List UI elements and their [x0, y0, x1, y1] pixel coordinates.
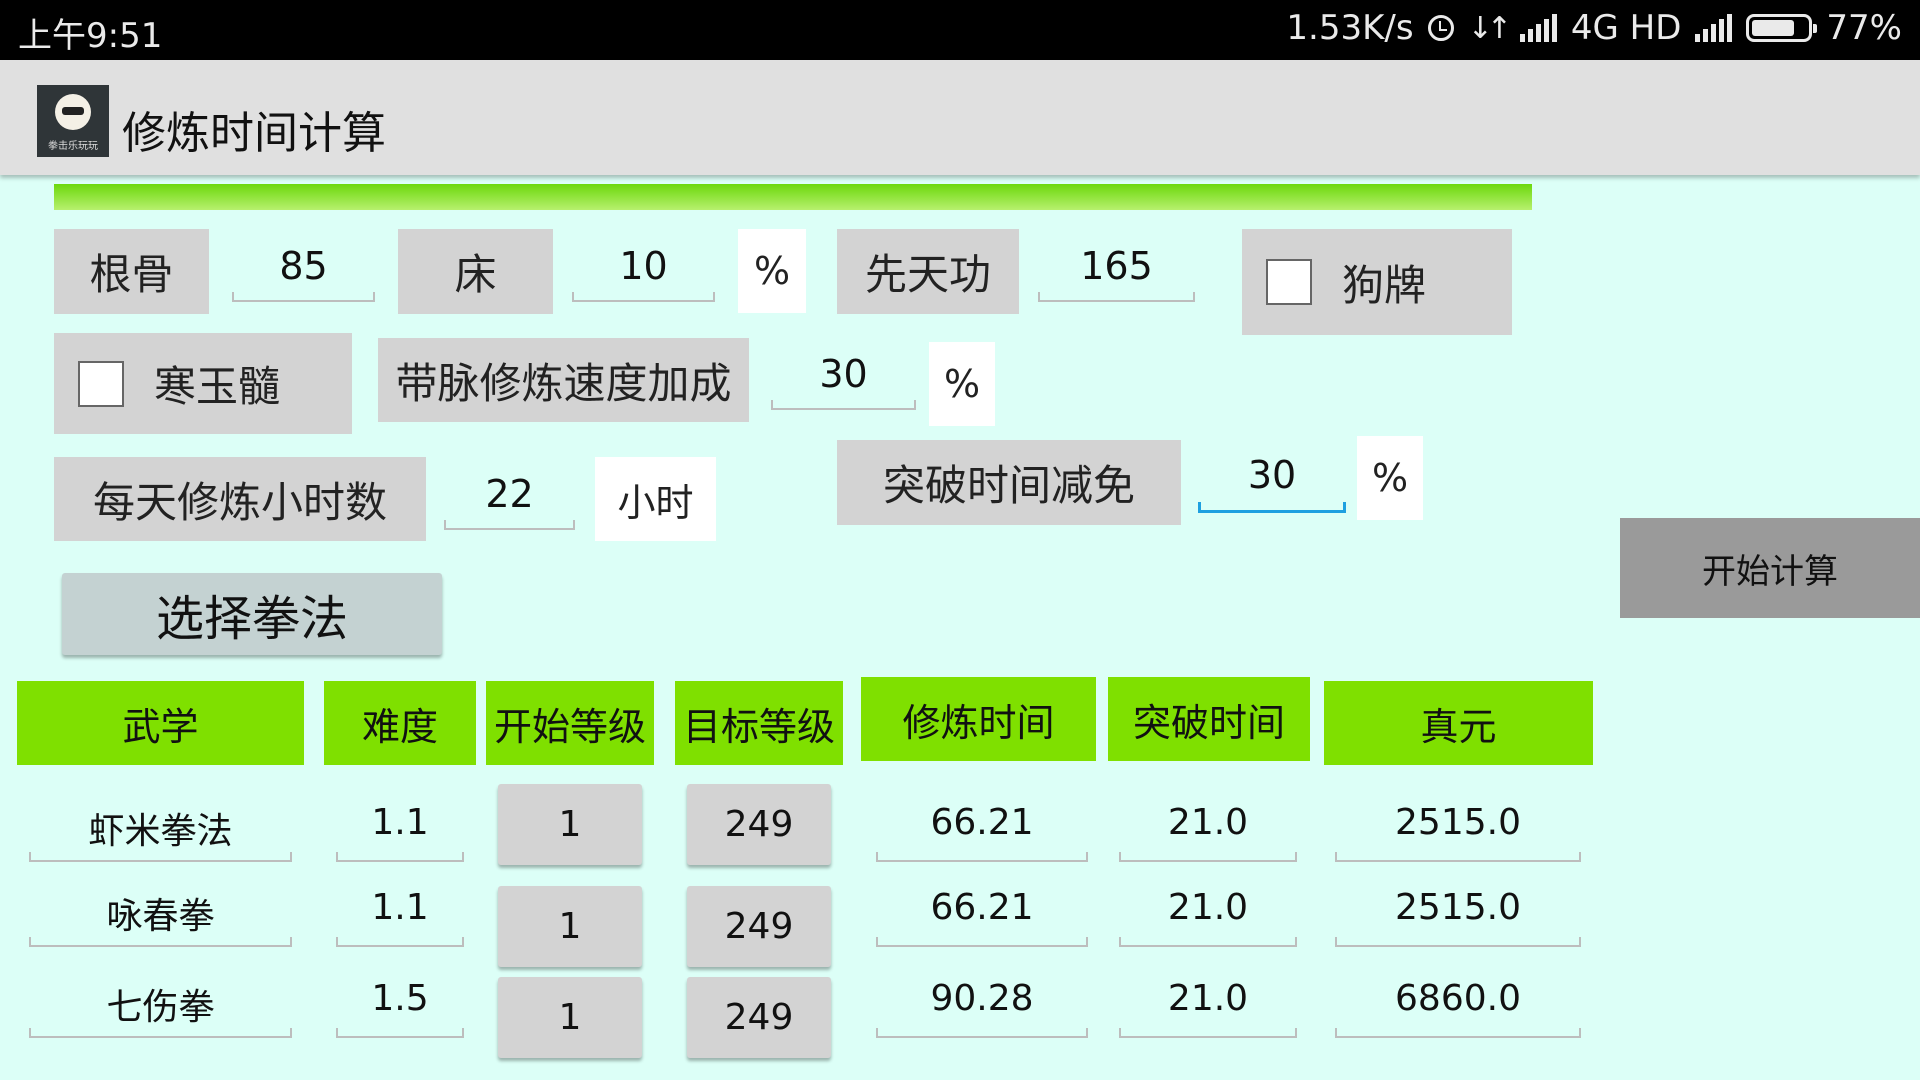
- table-cell-zhenyuan: 6860.0: [1335, 978, 1581, 1038]
- app-logo-icon: 拳击乐玩玩: [37, 85, 109, 157]
- page-title: 修炼时间计算: [122, 108, 386, 159]
- logo-caption: 拳击乐玩玩: [48, 141, 98, 152]
- table-cell-name: 七伤拳: [29, 978, 292, 1038]
- goupai-label: 狗牌: [1342, 260, 1427, 310]
- header-difficulty: 难度: [324, 681, 476, 765]
- gengu-value: 85: [279, 244, 328, 288]
- header-train-time: 修炼时间: [861, 677, 1096, 761]
- table-cell-zhenyuan: 2515.0: [1335, 887, 1581, 947]
- signal-icon: [1519, 14, 1557, 42]
- breakthrough-label: 突破时间减免: [837, 440, 1181, 525]
- table-cell-train-time: 66.21: [876, 802, 1088, 862]
- target-level-button[interactable]: 249: [687, 977, 831, 1058]
- target-level-button[interactable]: 249: [687, 784, 831, 865]
- header-zhenyuan: 真元: [1324, 681, 1593, 765]
- hours-unit: 小时: [595, 457, 716, 541]
- battery-fill: [1752, 20, 1794, 36]
- target-level-button[interactable]: 249: [687, 886, 831, 967]
- table-cell-difficulty: 1.5: [336, 978, 464, 1038]
- table-cell-zhenyuan: 2515.0: [1335, 802, 1581, 862]
- breakthrough-value: 30: [1247, 453, 1297, 497]
- data-transfer-icon: ↓↑: [1467, 10, 1512, 46]
- table-cell-name: 虾米拳法: [29, 802, 292, 862]
- battery-icon: [1746, 14, 1818, 42]
- checkbox-icon: [1266, 259, 1312, 305]
- network-type: 4G HD: [1570, 8, 1682, 48]
- xiantiangong-label: 先天功: [837, 229, 1019, 314]
- table-cell-difficulty: 1.1: [336, 887, 464, 947]
- bed-value: 10: [619, 244, 668, 288]
- action-bar: 拳击乐玩玩 修炼时间计算: [0, 60, 1920, 175]
- goupai-checkbox[interactable]: 狗牌: [1242, 229, 1512, 335]
- status-bar: 上午9:51 1.53K/s ↓↑ 4G HD 77%: [0, 0, 1920, 60]
- hanyusui-checkbox[interactable]: 寒玉髓: [54, 333, 352, 434]
- daimai-label: 带脉修炼速度加成: [378, 338, 749, 422]
- alarm-icon: [1427, 15, 1454, 41]
- hours-input[interactable]: 22: [444, 472, 575, 530]
- logo-face: [55, 94, 91, 130]
- daimai-input[interactable]: 30: [771, 352, 916, 410]
- hours-value: 22: [485, 472, 534, 516]
- select-style-button[interactable]: 选择拳法: [62, 573, 442, 655]
- table-cell-difficulty: 1.1: [336, 802, 464, 862]
- hanyusui-label: 寒玉髓: [154, 362, 281, 411]
- start-level-button[interactable]: 1: [498, 886, 642, 967]
- xiantiangong-value: 165: [1080, 244, 1153, 288]
- hours-label: 每天修炼小时数: [54, 457, 426, 541]
- table-cell-break-time: 21.0: [1119, 978, 1297, 1038]
- header-break-time: 突破时间: [1108, 677, 1310, 761]
- breakthrough-unit: %: [1357, 436, 1423, 520]
- table-cell-break-time: 21.0: [1119, 887, 1297, 947]
- progress-fill: [54, 184, 1532, 210]
- daimai-value: 30: [819, 352, 868, 396]
- header-wuxue: 武学: [17, 681, 304, 765]
- bed-label: 床: [398, 229, 553, 314]
- bed-unit: %: [738, 229, 806, 313]
- battery-percent: 77%: [1826, 8, 1902, 48]
- gengu-label: 根骨: [54, 229, 209, 314]
- status-time: 上午9:51: [18, 16, 163, 56]
- checkbox-icon: [78, 360, 124, 407]
- network-speed: 1.53K/s: [1286, 8, 1414, 48]
- status-icons: 1.53K/s ↓↑ 4G HD 77%: [1286, 8, 1902, 48]
- gengu-input[interactable]: 85: [232, 244, 375, 302]
- start-calculate-button[interactable]: 开始计算: [1620, 518, 1920, 618]
- daimai-unit: %: [929, 342, 995, 426]
- xiantiangong-input[interactable]: 165: [1038, 244, 1195, 302]
- header-start-level: 开始等级: [486, 681, 654, 765]
- start-level-button[interactable]: 1: [498, 784, 642, 865]
- table-cell-name: 咏春拳: [29, 887, 292, 947]
- breakthrough-input[interactable]: 30: [1198, 453, 1346, 513]
- signal-icon: [1695, 14, 1733, 42]
- table-cell-break-time: 21.0: [1119, 802, 1297, 862]
- header-target-level: 目标等级: [675, 681, 843, 765]
- bed-input[interactable]: 10: [572, 244, 715, 302]
- table-cell-train-time: 90.28: [876, 978, 1088, 1038]
- start-level-button[interactable]: 1: [498, 977, 642, 1058]
- table-cell-train-time: 66.21: [876, 887, 1088, 947]
- progress-bar: [54, 184, 1532, 210]
